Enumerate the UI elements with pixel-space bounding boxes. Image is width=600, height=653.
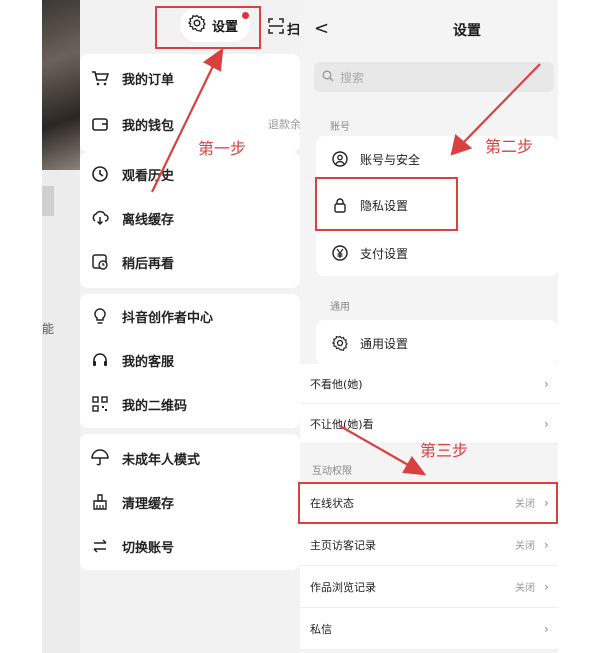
annotation-arrows — [151, 47, 541, 476]
step3-label: 第三步 — [420, 441, 469, 460]
step2-label: 第二步 — [485, 137, 534, 156]
step1-label: 第一步 — [198, 139, 247, 158]
